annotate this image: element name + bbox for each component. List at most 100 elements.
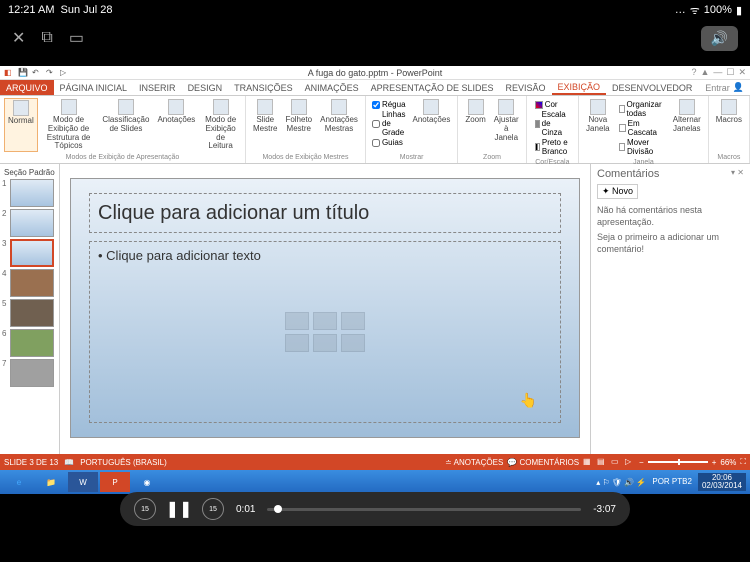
guides-checkbox[interactable]: Guias	[372, 138, 406, 147]
comments-panel: Comentários▾ ✕ ✦ Novo Não há comentários…	[590, 164, 750, 454]
slide-thumb-1[interactable]	[10, 179, 54, 207]
sorter-view-icon[interactable]: ▤	[597, 457, 607, 467]
zoom-button[interactable]: Zoom	[462, 98, 488, 143]
fit-window-button[interactable]: Ajustar à Janela	[491, 98, 522, 143]
show-notes-button[interactable]: Anotações	[410, 98, 454, 149]
insert-online-pic-icon[interactable]	[313, 334, 337, 352]
tab-file[interactable]: ARQUIVO	[0, 80, 54, 95]
status-bar: SLIDE 3 DE 13 📖 PORTUGUÊS (BRASIL) ≐ ANO…	[0, 454, 750, 470]
tab-transitions[interactable]: TRANSIÇÕES	[228, 80, 299, 95]
notes-toggle[interactable]: ≐ ANOTAÇÕES	[445, 458, 503, 467]
tab-review[interactable]: REVISÃO	[499, 80, 551, 95]
maximize-icon[interactable]: ☐	[726, 67, 734, 78]
redo-icon[interactable]: ↷	[46, 68, 56, 78]
tab-animations[interactable]: ANIMAÇÕES	[299, 80, 365, 95]
slideshow-view-icon[interactable]: ▷	[625, 457, 635, 467]
section-header[interactable]: Seção Padrão	[2, 166, 57, 179]
handout-master-button[interactable]: Folheto Mestre	[282, 98, 315, 135]
pause-button[interactable]: ❚❚	[168, 498, 190, 520]
notes-master-button[interactable]: Anotações Mestras	[317, 98, 361, 135]
volume-button[interactable]: 🔊	[701, 26, 738, 51]
ruler-checkbox[interactable]: Régua	[372, 100, 406, 109]
app-icon: ◧	[4, 68, 14, 78]
language-indicator[interactable]: PORTUGUÊS (BRASIL)	[80, 458, 167, 467]
normal-view-button[interactable]: Normal	[4, 98, 38, 152]
close-icon[interactable]: ✕	[12, 28, 25, 48]
pip-icon[interactable]: ⧉	[41, 29, 52, 47]
zoom-slider[interactable]	[648, 461, 708, 463]
start-icon[interactable]: ▷	[60, 68, 70, 78]
slide-thumb-4[interactable]	[10, 269, 54, 297]
spell-icon[interactable]: 📖	[64, 458, 74, 467]
sorter-view-button[interactable]: Classificação de Slides	[99, 98, 152, 152]
tab-view[interactable]: EXIBIÇÃO	[552, 80, 607, 95]
fit-icon[interactable]: ⛶	[740, 457, 746, 467]
slide-master-button[interactable]: Slide Mestre	[250, 98, 280, 135]
group-window: Nova Janela Organizar todas Em Cascata M…	[579, 96, 709, 163]
new-comment-button[interactable]: ✦ Novo	[597, 184, 638, 199]
macros-button[interactable]: Macros	[713, 98, 745, 126]
quick-access-toolbar: ◧ 💾 ↶ ↷ ▷ A fuga do gato.pptm - PowerPoi…	[0, 66, 750, 80]
signin-link[interactable]: Entrar👤	[699, 80, 750, 95]
slide-indicator[interactable]: SLIDE 3 DE 13	[4, 458, 58, 467]
title-placeholder[interactable]: Clique para adicionar um título	[89, 193, 561, 233]
comments-header: Comentários▾ ✕	[597, 168, 744, 180]
tab-home[interactable]: PÁGINA INICIAL	[54, 80, 134, 95]
notes-view-button[interactable]: Anotações	[154, 98, 198, 152]
group-label: Mostrar	[370, 154, 453, 161]
arrange-all-button[interactable]: Organizar todas	[619, 100, 664, 118]
content-insert-icons[interactable]	[285, 312, 365, 352]
gridlines-checkbox[interactable]: Linhas de Grade	[372, 110, 406, 137]
normal-view-icon[interactable]: ▦	[583, 457, 593, 467]
switch-windows-button[interactable]: Alternar Janelas	[670, 98, 704, 158]
content-placeholder[interactable]: • Clique para adicionar texto	[89, 241, 561, 423]
reading-view-icon[interactable]: ▭	[611, 457, 621, 467]
forward-15-button[interactable]: 15	[202, 498, 224, 520]
cascade-button[interactable]: Em Cascata	[619, 119, 664, 137]
slide-editor[interactable]: Clique para adicionar um título • Clique…	[60, 164, 590, 454]
insert-chart-icon[interactable]	[313, 312, 337, 330]
tab-developer[interactable]: DESENVOLVEDOR	[606, 80, 698, 95]
outline-view-button[interactable]: Modo de Exibição de Estrutura de Tópicos	[40, 98, 98, 152]
insert-picture-icon[interactable]	[285, 334, 309, 352]
ribbon-toggle-icon[interactable]: ▲	[700, 67, 709, 78]
battery-icon: ▮	[736, 4, 742, 17]
insert-table-icon[interactable]	[285, 312, 309, 330]
close-window-icon[interactable]: ✕	[738, 67, 746, 78]
tab-insert[interactable]: INSERIR	[133, 80, 182, 95]
seek-track[interactable]	[267, 508, 581, 511]
help-icon[interactable]: ?	[691, 67, 696, 78]
comments-toggle[interactable]: 💬 COMENTÁRIOS	[507, 458, 579, 467]
tab-slideshow[interactable]: APRESENTAÇÃO DE SLIDES	[365, 80, 500, 95]
slide-thumb-7[interactable]	[10, 359, 54, 387]
undo-icon[interactable]: ↶	[32, 68, 42, 78]
reading-view-button[interactable]: Modo de Exibição de Leitura	[200, 98, 241, 152]
new-window-button[interactable]: Nova Janela	[583, 98, 613, 158]
slide-thumb-6[interactable]	[10, 329, 54, 357]
grayscale-option[interactable]: Escala de Cinza	[535, 110, 570, 137]
zoom-out-icon[interactable]: −	[639, 458, 644, 467]
user-icon: 👤	[733, 82, 744, 93]
slide-thumb-5[interactable]	[10, 299, 54, 327]
insert-video-icon[interactable]	[341, 334, 365, 352]
close-panel-icon[interactable]: ▾ ✕	[731, 168, 744, 180]
insert-smartart-icon[interactable]	[341, 312, 365, 330]
save-icon[interactable]: 💾	[18, 68, 28, 78]
tab-design[interactable]: DESIGN	[182, 80, 229, 95]
video-player-bar: 15 ❚❚ 15 0:01 -3:07	[120, 492, 630, 526]
minimize-icon[interactable]: —	[713, 67, 722, 78]
ribbon: Normal Modo de Exibição de Estrutura de …	[0, 96, 750, 164]
zoom-in-icon[interactable]: +	[712, 458, 717, 467]
move-split-button[interactable]: Mover Divisão	[619, 138, 664, 156]
slide-canvas[interactable]: Clique para adicionar um título • Clique…	[70, 178, 580, 438]
group-master-views: Slide Mestre Folheto Mestre Anotações Me…	[246, 96, 366, 163]
color-option[interactable]: Cor	[535, 100, 570, 109]
slide-thumb-2[interactable]	[10, 209, 54, 237]
zoom-value[interactable]: 66%	[720, 458, 736, 467]
rewind-15-button[interactable]: 15	[134, 498, 156, 520]
slide-thumb-3[interactable]	[10, 239, 54, 267]
airplay-icon[interactable]: ▭	[69, 28, 84, 48]
seek-thumb[interactable]	[274, 505, 282, 513]
bw-option[interactable]: Preto e Branco	[535, 138, 570, 156]
remaining-time: -3:07	[593, 504, 616, 515]
